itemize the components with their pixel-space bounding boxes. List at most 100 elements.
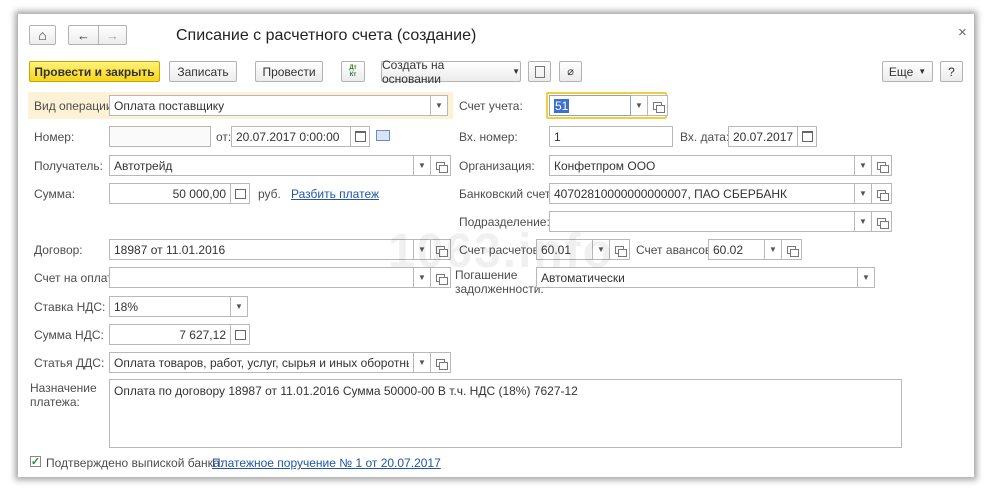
recipient-dropdown-button[interactable]: ▼ xyxy=(414,155,431,176)
chevron-down-icon: ▼ xyxy=(859,217,867,226)
op-type-dropdown-button[interactable]: ▼ xyxy=(431,95,448,116)
contract-open-button[interactable] xyxy=(431,239,451,260)
attachment-button[interactable]: ⌀ xyxy=(559,61,582,82)
post-button[interactable]: Провести xyxy=(255,61,323,82)
sum-field[interactable]: 50 000,00 xyxy=(109,183,231,204)
in-date-field[interactable]: 20.07.2017 xyxy=(728,126,798,147)
organization-open-button[interactable] xyxy=(872,155,892,176)
dds-field[interactable]: Оплата товаров, работ, услуг, сырья и ин… xyxy=(109,352,414,373)
report-icon xyxy=(534,65,545,78)
chevron-down-icon: ▼ xyxy=(859,189,867,198)
debt-repay-value: Автоматически xyxy=(541,270,625,285)
vat-sum-calculator-button[interactable] xyxy=(231,324,250,345)
invoice-dropdown-button[interactable]: ▼ xyxy=(414,267,431,288)
sum-calculator-button[interactable] xyxy=(231,183,250,204)
post-and-close-button[interactable]: Провести и закрыть xyxy=(29,61,160,82)
calculator-icon xyxy=(234,329,246,340)
sum-value: 50 000,00 xyxy=(172,186,226,201)
from-label: от: xyxy=(216,130,232,144)
dds-value: Оплата товаров, работ, услуг, сырья и ин… xyxy=(114,355,409,370)
debt-repay-field[interactable]: Автоматически xyxy=(536,267,858,288)
bank-account-label: Банковский счет: xyxy=(459,187,554,201)
calculator-icon xyxy=(234,188,246,199)
op-type-field[interactable]: Оплата поставщику xyxy=(109,95,431,116)
keyboard-icon[interactable] xyxy=(376,130,390,141)
vat-rate-field[interactable]: 18% xyxy=(109,296,231,317)
forward-button[interactable]: → xyxy=(98,25,127,45)
organization-field[interactable]: Конфетпром ООО xyxy=(549,155,855,176)
attach-report-button[interactable] xyxy=(528,61,551,82)
division-dropdown-button[interactable]: ▼ xyxy=(855,211,872,232)
division-open-button[interactable] xyxy=(872,211,892,232)
bank-account-dropdown-button[interactable]: ▼ xyxy=(855,183,872,204)
contract-dropdown-button[interactable]: ▼ xyxy=(414,239,431,260)
organization-dropdown-button[interactable]: ▼ xyxy=(855,155,872,176)
vat-rate-value: 18% xyxy=(114,299,139,314)
recipient-label: Получатель: xyxy=(34,159,103,173)
help-button[interactable]: ? xyxy=(940,61,963,82)
account-field[interactable]: 51 xyxy=(549,95,631,116)
document-window: ⌂ ← → Списание с расчетного счета (созда… xyxy=(18,14,974,477)
organization-label: Организация: xyxy=(459,159,535,173)
settle-account-open-button[interactable] xyxy=(610,239,630,260)
advance-account-dropdown-button[interactable]: ▼ xyxy=(765,239,782,260)
recipient-field[interactable]: Автотрейд xyxy=(109,155,414,176)
in-date-calendar-button[interactable] xyxy=(798,126,817,147)
back-button[interactable]: ← xyxy=(68,25,98,45)
contract-field[interactable]: 18987 от 11.01.2016 xyxy=(109,239,414,260)
settle-account-label: Счет расчетов: xyxy=(459,243,543,257)
date-calendar-button[interactable] xyxy=(351,126,370,147)
division-field[interactable] xyxy=(549,211,855,232)
chevron-down-icon: ▼ xyxy=(597,245,605,254)
number-field[interactable] xyxy=(109,126,211,147)
advance-account-open-button[interactable] xyxy=(782,239,802,260)
save-button[interactable]: Записать xyxy=(169,61,237,82)
vat-rate-dropdown-button[interactable]: ▼ xyxy=(231,296,248,317)
chevron-down-icon: ▼ xyxy=(512,67,520,76)
in-date-label: Вх. дата: xyxy=(680,130,730,144)
split-payment-link[interactable]: Разбить платеж xyxy=(291,187,379,201)
payment-order-link[interactable]: Платежное поручение № 1 от 20.07.2017 xyxy=(212,456,441,470)
date-field[interactable]: 20.07.2017 0:00:00 xyxy=(231,126,351,147)
chevron-down-icon: ▼ xyxy=(418,358,426,367)
invoice-field[interactable] xyxy=(109,267,414,288)
bank-account-value: 40702810000000000007, ПАО СБЕРБАНК xyxy=(554,186,787,201)
debt-repay-dropdown-button[interactable]: ▼ xyxy=(858,267,875,288)
advance-account-field[interactable]: 60.02 xyxy=(708,239,765,260)
vat-sum-field[interactable]: 7 627,12 xyxy=(109,324,231,345)
account-label: Счет учета: xyxy=(459,99,523,113)
more-button[interactable]: Еще ▼ xyxy=(882,61,933,82)
in-number-field[interactable]: 1 xyxy=(549,126,673,147)
bank-account-field[interactable]: 40702810000000000007, ПАО СБЕРБАНК xyxy=(549,183,855,204)
account-value: 51 xyxy=(554,98,570,113)
confirmed-checkbox[interactable]: ✓ xyxy=(30,456,41,467)
recipient-open-button[interactable] xyxy=(431,155,451,176)
date-value: 20.07.2017 0:00:00 xyxy=(236,129,340,144)
close-icon[interactable]: × xyxy=(958,24,967,41)
chevron-down-icon: ▼ xyxy=(418,161,426,170)
settle-account-field[interactable]: 60.01 xyxy=(536,239,593,260)
invoice-open-button[interactable] xyxy=(431,267,451,288)
purpose-textarea[interactable]: Оплата по договору 18987 от 11.01.2016 С… xyxy=(109,379,902,448)
checkmark-icon: ✓ xyxy=(30,455,41,468)
create-based-on-label: Создать на основании xyxy=(382,57,445,86)
settle-account-value: 60.01 xyxy=(541,242,572,257)
create-based-on-button[interactable]: Создать на основании ▼ xyxy=(381,58,521,86)
settle-account-dropdown-button[interactable]: ▼ xyxy=(593,239,610,260)
dt-kt-icon: Дт Кт xyxy=(349,64,357,78)
home-button[interactable]: ⌂ xyxy=(29,25,56,45)
organization-value: Конфетпром ООО xyxy=(554,158,656,173)
vat-sum-label: Сумма НДС: xyxy=(34,328,104,342)
account-value-wrap: 51 xyxy=(554,98,626,113)
advance-account-label: Счет авансов: xyxy=(636,243,715,257)
dds-dropdown-button[interactable]: ▼ xyxy=(414,352,431,373)
bank-account-open-button[interactable] xyxy=(872,183,892,204)
in-date-value: 20.07.2017 xyxy=(733,129,793,144)
debt-repay-label-line2: задолженности: xyxy=(455,282,544,296)
in-number-value: 1 xyxy=(554,129,561,144)
account-open-button[interactable] xyxy=(648,95,668,116)
op-type-label: Вид операции: xyxy=(34,99,116,113)
dt-kt-button[interactable]: Дт Кт xyxy=(341,61,365,82)
dds-open-button[interactable] xyxy=(431,352,451,373)
account-dropdown-button[interactable]: ▼ xyxy=(631,95,648,116)
